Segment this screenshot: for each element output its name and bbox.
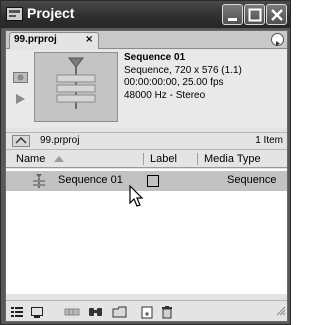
new-bin-icon[interactable] (112, 304, 127, 318)
sequence-thumbnail-icon (56, 57, 96, 109)
clip-audio: 48000 Hz - Stereo (124, 89, 206, 101)
tab-label: 99.prproj (14, 34, 57, 45)
maximize-icon (248, 8, 262, 22)
label-color-swatch[interactable] (147, 175, 159, 187)
play-preview-icon[interactable] (13, 90, 28, 109)
new-item-icon[interactable] (140, 304, 154, 319)
window-title: Project (27, 5, 75, 21)
up-folder-icon (15, 136, 27, 144)
find-icon[interactable] (88, 304, 102, 318)
title-bar[interactable]: Project (1, 1, 290, 28)
tab-project-file[interactable]: 99.prproj × (9, 32, 99, 49)
minimize-icon (228, 18, 237, 21)
column-header-media-type[interactable]: Media Type (204, 153, 261, 165)
clip-format: Sequence, 720 x 576 (1.1) (124, 64, 242, 76)
column-divider[interactable] (143, 153, 144, 165)
icon-view-icon[interactable] (30, 304, 44, 318)
panel-menu-button[interactable] (271, 33, 284, 46)
sort-ascending-icon[interactable] (54, 156, 64, 162)
poster-frame-icon[interactable] (13, 68, 28, 87)
parent-bin-button[interactable] (12, 135, 30, 147)
preview-area: Sequence 01 Sequence, 720 x 576 (1.1) 00… (6, 50, 287, 128)
clear-icon[interactable] (160, 304, 174, 319)
panel-menu-arrow-icon (276, 41, 280, 46)
row-media-type: Sequence (227, 174, 277, 186)
item-count: 1 Item (255, 135, 283, 146)
resize-grip-icon[interactable] (274, 301, 286, 320)
sequence-icon (31, 173, 47, 192)
maximize-button[interactable] (244, 4, 265, 25)
minimize-button[interactable] (222, 4, 243, 25)
column-divider[interactable] (197, 153, 198, 165)
clip-info: Sequence 01 Sequence, 720 x 576 (1.1) 00… (124, 52, 242, 102)
bottom-toolbar (6, 300, 287, 321)
table-row[interactable]: Sequence 01 Sequence (6, 171, 287, 191)
mouse-pointer-icon (129, 184, 145, 213)
sequence-thumbnail (34, 52, 118, 122)
close-window-button[interactable] (266, 4, 287, 25)
project-window: Project 99.prproj × Sequence 01 Sequence… (0, 0, 291, 325)
tab-close-icon[interactable]: × (85, 34, 93, 45)
project-panel: 99.prproj × Sequence 01 Sequence, 720 x … (5, 30, 288, 322)
column-header-name[interactable]: Name (16, 153, 45, 165)
column-header-label[interactable]: Label (150, 153, 177, 165)
clip-timecode: 00:00:00:00, 25.00 fps (124, 77, 224, 88)
tab-strip: 99.prproj × (6, 31, 287, 49)
table-header: Name Label Media Type (6, 151, 287, 168)
close-icon (271, 9, 283, 21)
path-bar: 99.prproj 1 Item (6, 132, 287, 150)
list-view-icon[interactable] (10, 304, 24, 318)
project-app-icon (6, 6, 23, 22)
clip-name: Sequence 01 (124, 52, 186, 63)
current-path: 99.prproj (40, 135, 80, 146)
item-list: Sequence 01 Sequence (6, 169, 287, 294)
automate-to-sequence-icon[interactable] (64, 304, 80, 318)
row-name: Sequence 01 (58, 174, 123, 186)
